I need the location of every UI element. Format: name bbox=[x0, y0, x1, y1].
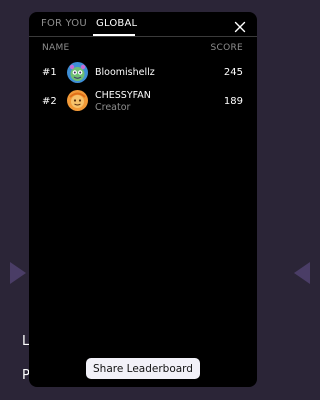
avatar bbox=[67, 90, 88, 111]
leaderboard-row[interactable]: #1 Bloomishellz 245 bbox=[29, 62, 257, 86]
share-leaderboard-button[interactable]: Share Leaderboard bbox=[86, 358, 200, 379]
active-tab-indicator bbox=[93, 34, 135, 36]
leaderboard-modal: FOR YOU GLOBAL NAME SCORE #1 Bloomishell… bbox=[29, 12, 257, 387]
player-name: Bloomishellz bbox=[95, 67, 155, 78]
player-score: 245 bbox=[223, 67, 243, 78]
column-header-name: NAME bbox=[42, 43, 70, 53]
rank-label: #1 bbox=[42, 67, 57, 78]
previous-arrow-icon[interactable] bbox=[10, 262, 26, 284]
leaderboard-row[interactable]: #2 CHESSYFAN Creator 189 bbox=[29, 90, 257, 114]
player-name: CHESSYFAN bbox=[95, 90, 151, 101]
next-arrow-icon[interactable] bbox=[294, 262, 310, 284]
avatar bbox=[67, 62, 88, 83]
player-score: 189 bbox=[223, 96, 243, 107]
tab-global[interactable]: GLOBAL bbox=[96, 18, 137, 29]
leaderboard-tabs: FOR YOU GLOBAL bbox=[29, 12, 257, 37]
tab-for-you[interactable]: FOR YOU bbox=[41, 18, 87, 29]
rank-label: #2 bbox=[42, 96, 57, 107]
player-subtitle: Creator bbox=[95, 102, 131, 113]
column-header-score: SCORE bbox=[210, 43, 243, 53]
close-icon[interactable] bbox=[234, 18, 246, 33]
